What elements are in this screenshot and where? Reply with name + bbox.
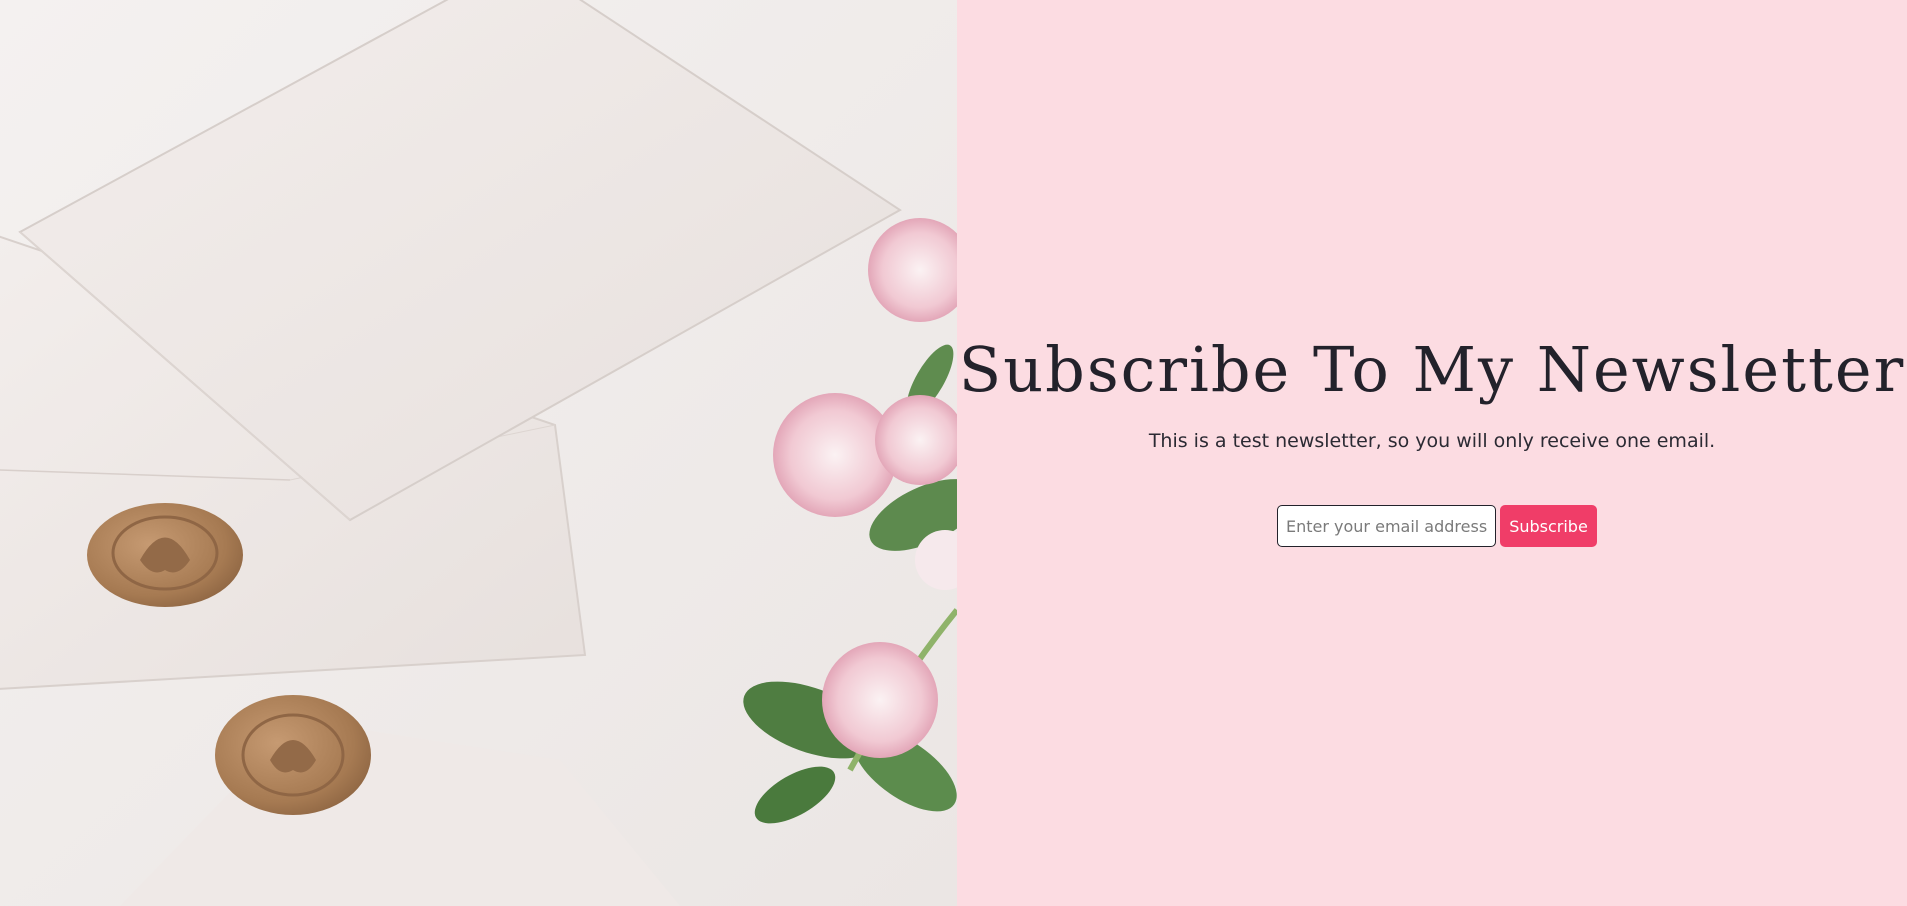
hero-image — [0, 0, 957, 906]
subscribe-form: Subscribe — [1277, 505, 1597, 547]
newsletter-panel: Subscribe To My Newsletter This is a tes… — [957, 0, 1907, 906]
newsletter-subtitle: This is a test newsletter, so you will o… — [1148, 430, 1716, 452]
newsletter-title: Subscribe To My Newsletter — [958, 333, 1906, 406]
newsletter-page: Subscribe To My Newsletter This is a tes… — [0, 0, 1907, 906]
subscribe-button[interactable]: Subscribe — [1500, 505, 1597, 547]
email-input[interactable] — [1277, 505, 1496, 547]
envelopes-photo — [0, 0, 957, 906]
